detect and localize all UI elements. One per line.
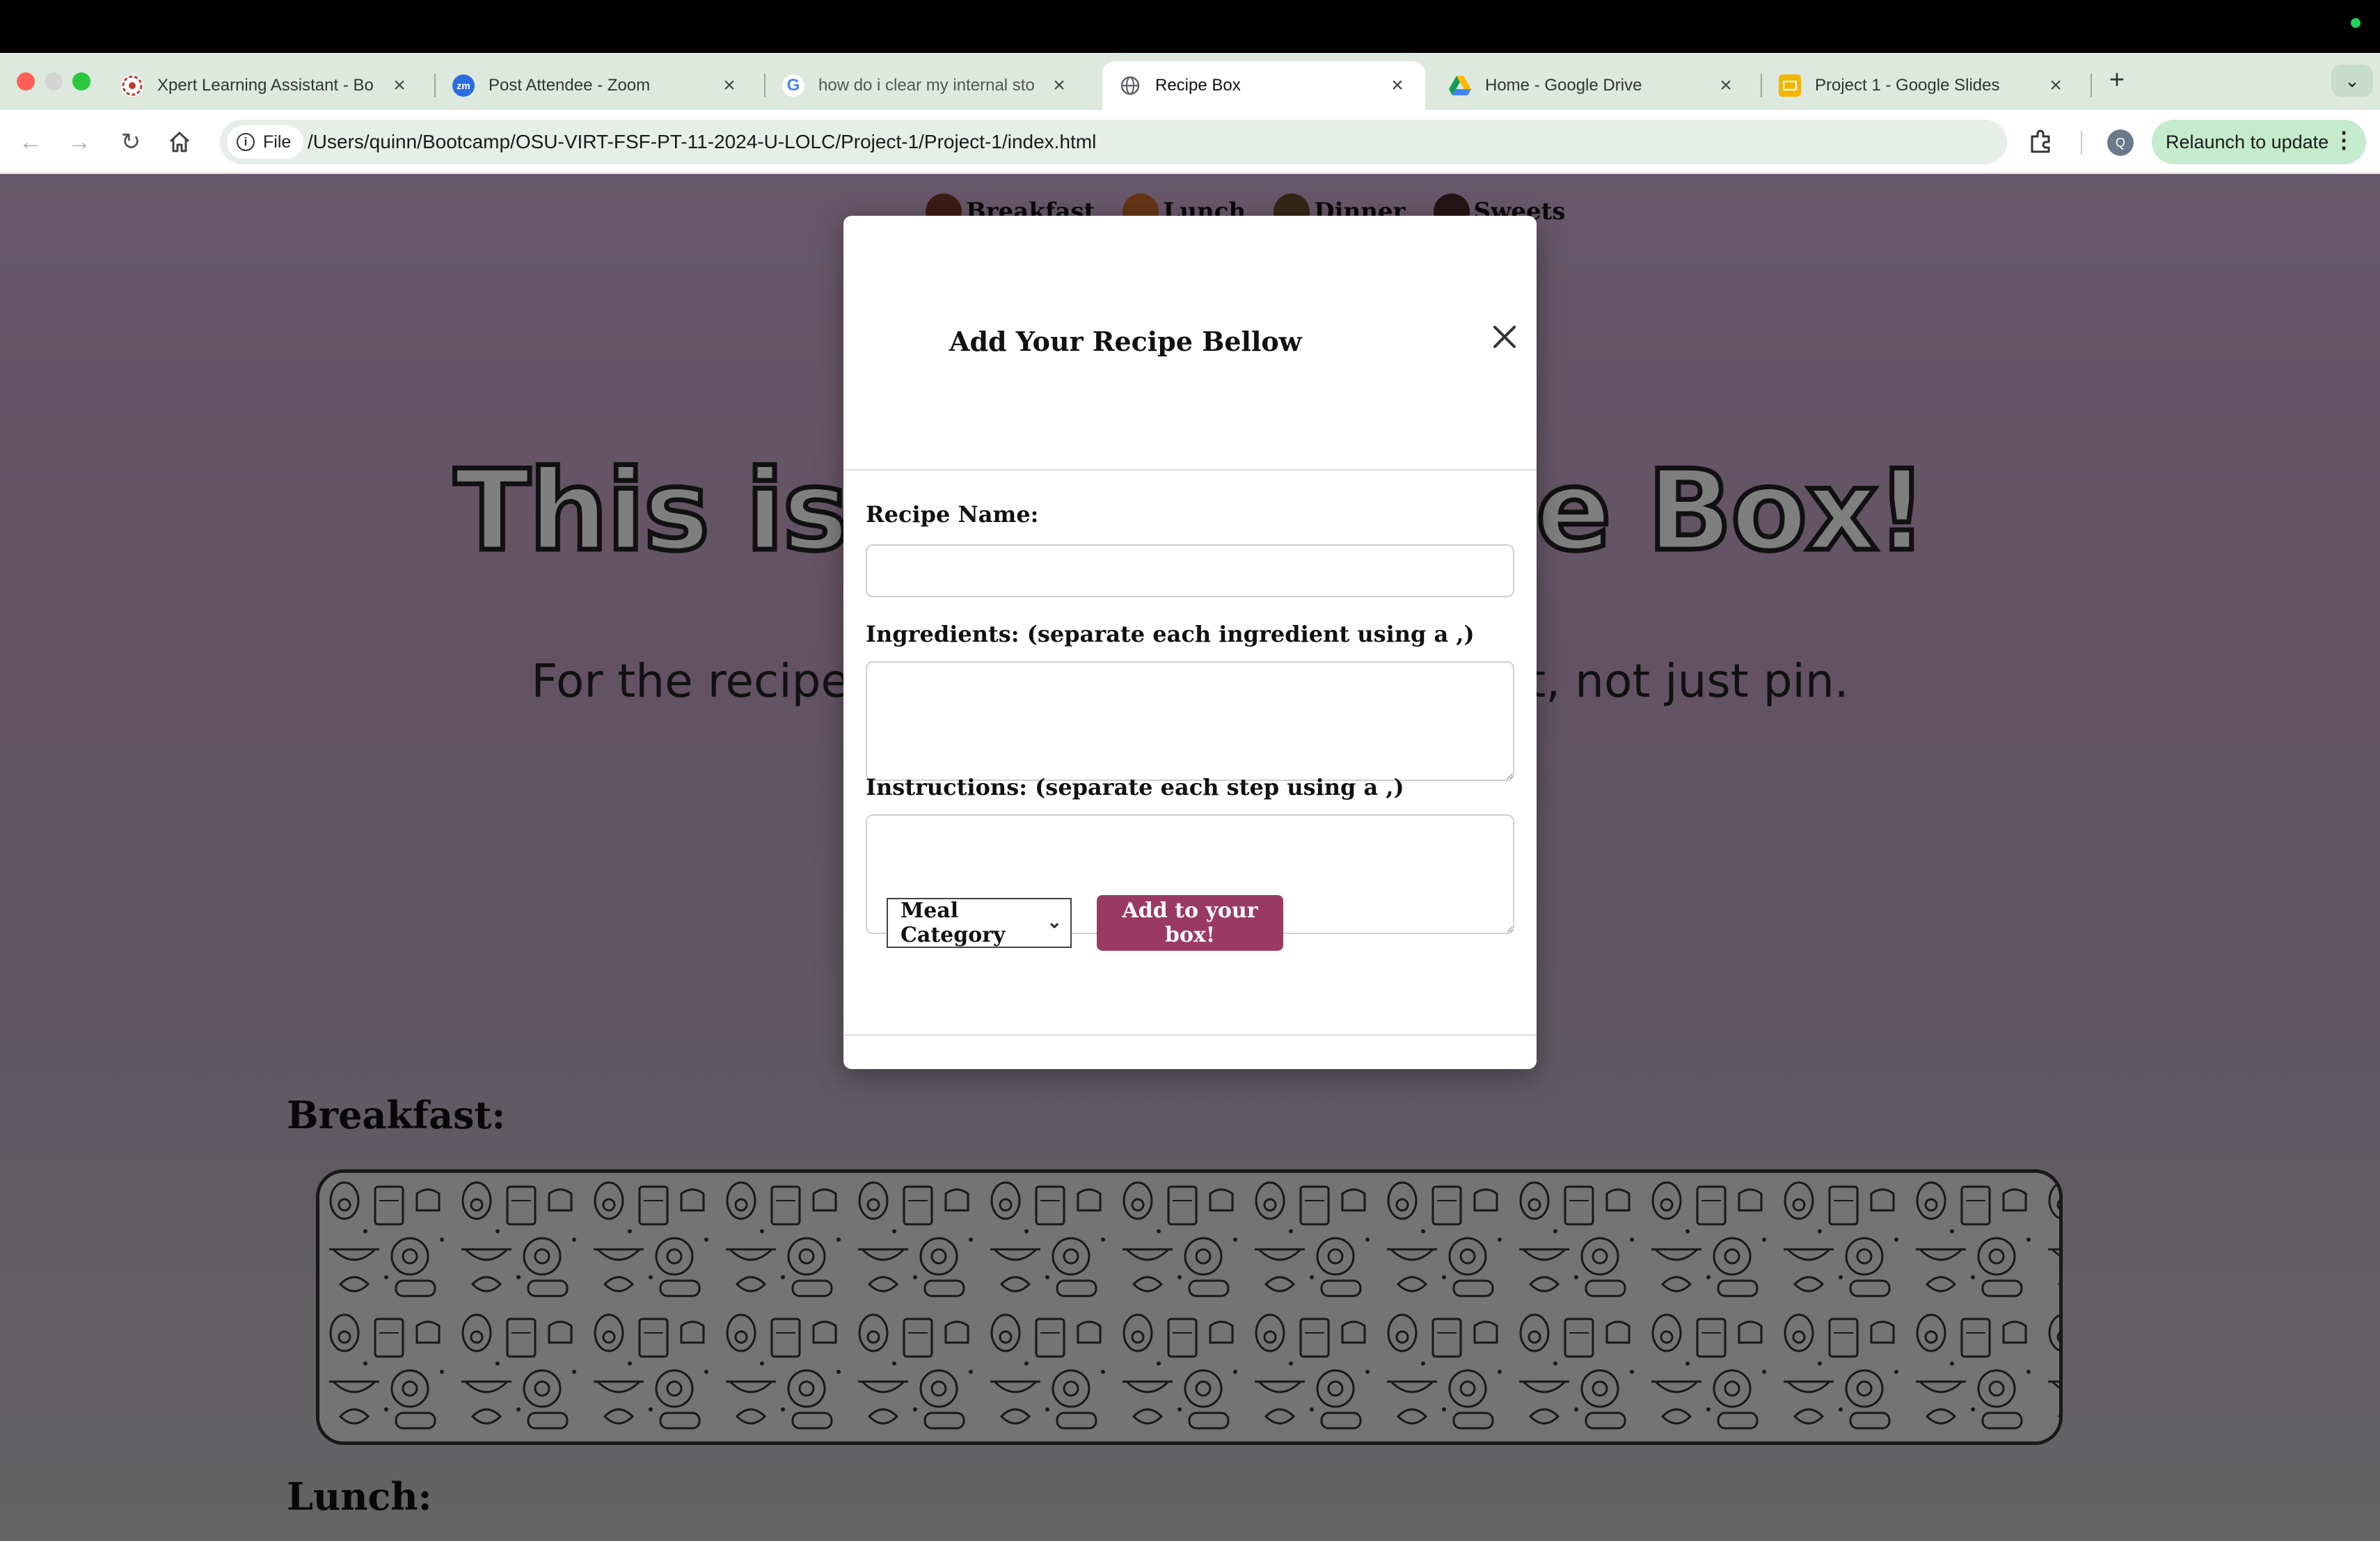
tab-close-icon[interactable]: ×	[718, 74, 740, 97]
tab-title: Home - Google Drive	[1485, 76, 1642, 95]
tab-title: Post Attendee - Zoom	[489, 76, 651, 95]
back-button[interactable]: ←	[13, 124, 49, 160]
tab-google-drive[interactable]: Home - Google Drive ×	[1432, 61, 1754, 110]
relaunch-label: Relaunch to update	[2166, 131, 2329, 152]
tab-title: Project 1 - Google Slides	[1815, 76, 2000, 95]
tab-search-button[interactable]: ⌄	[2331, 65, 2373, 97]
relaunch-to-update-button[interactable]: Relaunch to update ⋮	[2152, 120, 2366, 164]
meal-category-select[interactable]: Meal Category ⌄	[887, 898, 1072, 948]
recipe-name-input[interactable]	[866, 544, 1514, 597]
tab-google-search[interactable]: G how do i clear my internal sto ×	[765, 61, 1087, 110]
window-close-button[interactable]	[17, 72, 35, 90]
tab-close-icon[interactable]: ×	[1715, 74, 1737, 97]
tab-zoom[interactable]: zm Post Attendee - Zoom ×	[436, 61, 757, 110]
forward-button[interactable]: →	[61, 124, 97, 160]
tab-title: Recipe Box	[1155, 76, 1241, 95]
new-tab-button[interactable]: +	[2103, 63, 2131, 97]
globe-icon	[1119, 74, 1141, 97]
add-recipe-modal: Add Your Recipe Bellow Recipe Name: Ingr…	[843, 216, 1537, 1069]
tab-google-slides[interactable]: Project 1 - Google Slides ×	[1762, 61, 2084, 110]
google-drive-icon	[1449, 74, 1471, 97]
tab-xpert[interactable]: Xpert Learning Assistant - Bo ×	[104, 61, 427, 110]
more-vertical-icon: ⋮	[2333, 127, 2355, 152]
extensions-puzzle-icon[interactable]	[2028, 128, 2054, 155]
tab-close-icon[interactable]: ×	[1048, 74, 1070, 97]
site-info-label: File	[263, 132, 292, 152]
zoom-logo-icon: zm	[452, 74, 475, 97]
toolbar-divider	[2081, 131, 2082, 155]
tab-title: Xpert Learning Assistant - Bo	[157, 76, 374, 95]
arrow-left-icon: ←	[19, 128, 42, 155]
reload-icon: ↻	[120, 129, 141, 155]
site-info-button[interactable]: i File	[227, 125, 304, 159]
tab-divider	[2091, 74, 2092, 97]
meal-category-selected: Meal Category	[901, 899, 1006, 947]
modal-title: Add Your Recipe Bellow	[949, 326, 1302, 357]
page-viewport: Breakfast Lunch Dinner Sweets This is Yo…	[0, 174, 2380, 1541]
window-minimize-button[interactable]	[45, 72, 63, 90]
profile-avatar[interactable]: Q	[2107, 129, 2134, 156]
tab-strip: Xpert Learning Assistant - Bo × zm Post …	[0, 53, 2380, 110]
modal-footer-divider	[843, 1034, 1537, 1036]
close-icon[interactable]	[1485, 317, 1524, 356]
home-button[interactable]	[161, 124, 198, 160]
tab-title: how do i clear my internal sto	[818, 76, 1035, 95]
camera-indicator-icon	[2351, 18, 2361, 28]
tab-recipe-box[interactable]: Recipe Box ×	[1102, 61, 1425, 110]
tab-close-icon[interactable]: ×	[388, 74, 411, 97]
home-icon	[169, 132, 190, 152]
instructions-label: Instructions: (separate each step using …	[866, 774, 1404, 800]
xpert-logo-icon	[121, 74, 143, 97]
info-icon: i	[237, 133, 255, 151]
chevron-down-icon: ⌄	[1047, 912, 1062, 933]
address-bar[interactable]: i File /Users/quinn/Bootcamp/OSU-VIRT-FS…	[220, 120, 2200, 164]
os-menu-bar	[0, 0, 2380, 53]
tab-close-icon[interactable]: ×	[2045, 74, 2067, 97]
url-text[interactable]: /Users/quinn/Bootcamp/OSU-VIRT-FSF-PT-11…	[308, 131, 1096, 153]
arrow-right-icon: →	[68, 128, 91, 155]
google-slides-icon	[1779, 74, 1801, 97]
modal-header: Add Your Recipe Bellow	[843, 216, 1537, 471]
browser-toolbar: ← → ↻ i File /Users/quinn/Bootcamp/OSU-V…	[0, 110, 2380, 174]
chevron-down-icon: ⌄	[2345, 70, 2360, 91]
reload-button[interactable]: ↻	[113, 124, 149, 160]
recipe-name-label: Recipe Name:	[866, 501, 1039, 528]
window-zoom-button[interactable]	[72, 72, 90, 90]
ingredients-label: Ingredients: (separate each ingredient u…	[866, 621, 1475, 647]
add-to-box-button[interactable]: Add to your box!	[1097, 895, 1283, 951]
google-logo-icon: G	[782, 74, 804, 97]
ingredients-textarea[interactable]	[866, 661, 1514, 781]
tab-close-icon[interactable]: ×	[1386, 74, 1409, 97]
